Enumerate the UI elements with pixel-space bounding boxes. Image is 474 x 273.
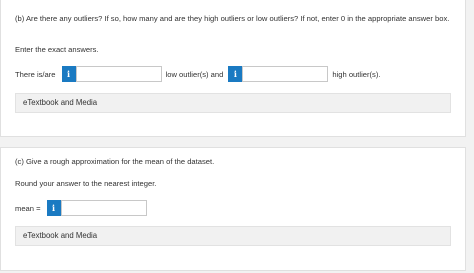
part-b-question: (b) Are there any outliers? If so, how m… [15,14,450,23]
part-b-instruction: Enter the exact answers. [15,45,99,54]
info-icon[interactable]: i [61,66,76,82]
mean-input[interactable] [60,200,147,216]
part-c-question: (c) Give a rough approximation for the m… [15,157,215,166]
etextbook-media-link[interactable]: eTextbook and Media [15,93,451,113]
part-c-instruction: Round your answer to the nearest integer… [15,179,157,188]
mean-label: mean = [15,203,41,213]
part-c-card: (c) Give a rough approximation for the m… [0,147,466,271]
etextbook-media-link[interactable]: eTextbook and Media [15,226,451,246]
outlier-suffix-text: high outlier(s). [332,69,381,79]
low-outliers-input[interactable] [75,66,162,82]
outlier-prefix-text: There is/are [15,69,56,79]
high-outliers-input[interactable] [242,66,329,82]
info-icon[interactable]: i [228,66,243,82]
outlier-middle-text: low outlier(s) and [165,69,224,79]
info-icon[interactable]: i [46,200,61,216]
outlier-answer-row: There is/are i low outlier(s) and i high… [15,66,380,82]
part-b-card: (b) Are there any outliers? If so, how m… [0,0,466,137]
mean-answer-row: mean = i [15,200,147,216]
